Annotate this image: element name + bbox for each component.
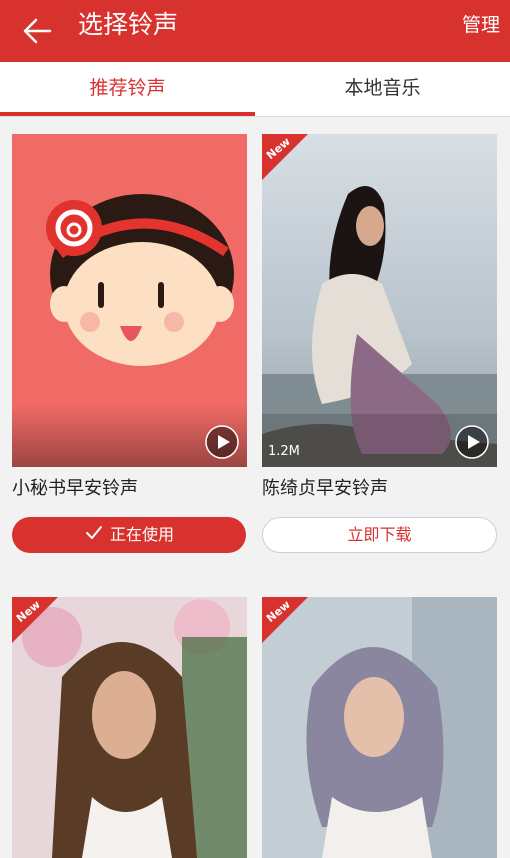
ringtone-cover-1[interactable] bbox=[12, 134, 247, 467]
in-use-button[interactable]: 正在使用 bbox=[12, 517, 246, 553]
page-title: 选择铃声 bbox=[78, 10, 179, 39]
tab-recommended-ringtones[interactable]: 推荐铃声 bbox=[0, 62, 255, 117]
arrow-left-icon bbox=[23, 18, 52, 44]
new-badge-3: New bbox=[12, 597, 58, 643]
active-tab-indicator bbox=[0, 112, 255, 116]
play-button-2[interactable] bbox=[455, 425, 489, 459]
download-button[interactable]: 立即下载 bbox=[262, 517, 497, 553]
in-use-label: 正在使用 bbox=[109, 525, 174, 544]
file-size-label: 1.2M bbox=[268, 444, 300, 459]
ringtone-title-2: 陈绮贞早安铃声 bbox=[262, 478, 388, 499]
play-icon bbox=[455, 425, 489, 459]
tab-local-music[interactable]: 本地音乐 bbox=[255, 62, 510, 117]
tab-bar: 推荐铃声 本地音乐 bbox=[0, 62, 510, 117]
ringtone-cover-4[interactable]: New bbox=[262, 597, 497, 858]
mascot-illustration bbox=[12, 194, 247, 467]
woman-photo bbox=[262, 134, 497, 467]
new-badge-4: New bbox=[262, 597, 308, 643]
check-icon bbox=[85, 526, 102, 539]
ringtone-cover-2[interactable]: New 1.2M bbox=[262, 134, 497, 467]
back-button[interactable] bbox=[18, 11, 58, 51]
new-badge-2: New bbox=[262, 134, 308, 180]
manage-button[interactable]: 管理 bbox=[462, 12, 500, 38]
ringtone-title-1: 小秘书早安铃声 bbox=[12, 478, 138, 499]
play-button-1[interactable] bbox=[205, 425, 239, 459]
ringtone-cover-3[interactable]: New bbox=[12, 597, 247, 858]
play-icon bbox=[205, 425, 239, 459]
top-app-bar: 选择铃声 管理 bbox=[0, 0, 510, 62]
